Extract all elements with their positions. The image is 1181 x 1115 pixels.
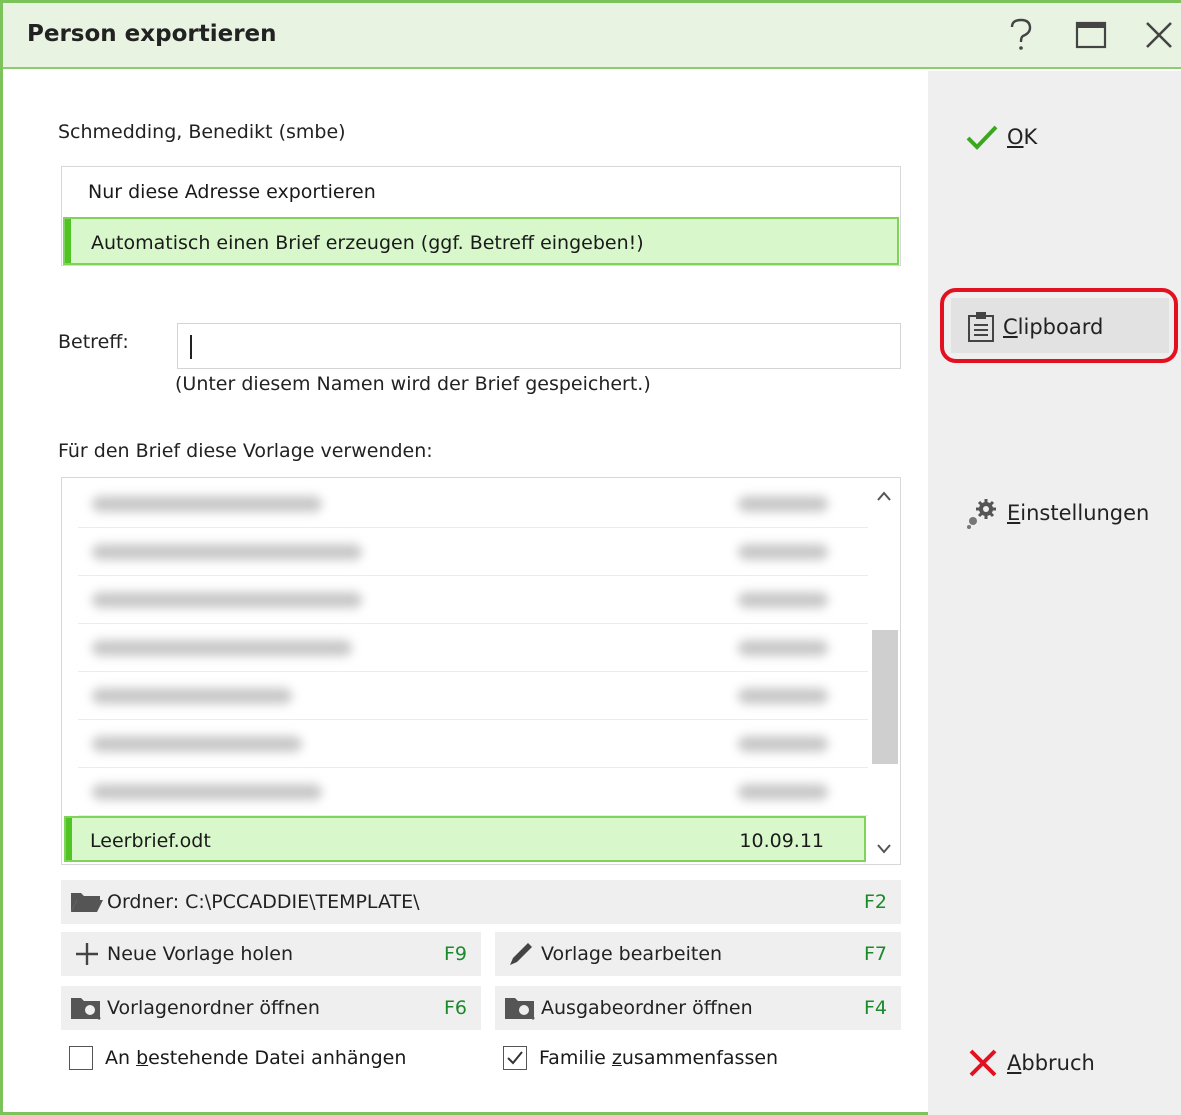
- checkbox-box[interactable]: [503, 1046, 527, 1070]
- maximize-icon[interactable]: [1069, 13, 1113, 57]
- selection-marker-icon: [65, 219, 71, 263]
- open-output-folder-button[interactable]: Ausgabeordner öffnen F4: [495, 986, 901, 1030]
- open-template-folder-label: Vorlagenordner öffnen: [107, 997, 320, 1019]
- edit-template-shortcut: F7: [863, 943, 887, 965]
- blurred-filename: [92, 688, 292, 704]
- scrollbar-thumb[interactable]: [872, 630, 898, 764]
- blurred-date: [738, 688, 828, 704]
- file-name: Leerbrief.odt: [90, 830, 211, 852]
- blurred-date: [738, 736, 828, 752]
- checkmark-icon: [966, 125, 998, 150]
- highlight-frame: [940, 288, 1178, 363]
- chevron-up-icon[interactable]: [874, 486, 894, 506]
- text-caret: [190, 335, 192, 359]
- subject-label: Betreff:: [58, 331, 129, 353]
- scrollbar[interactable]: [868, 478, 900, 864]
- new-template-button[interactable]: Neue Vorlage holen F9: [61, 932, 481, 976]
- gear-icon: [967, 499, 996, 529]
- folder-search-icon: [501, 995, 541, 1021]
- chevron-down-icon[interactable]: [874, 838, 894, 858]
- folder-button[interactable]: Ordner: C:\PCCADDIE\TEMPLATE\ F2: [61, 880, 901, 924]
- open-output-folder-label: Ausgabeordner öffnen: [541, 997, 753, 1019]
- folder-search-icon: [67, 995, 107, 1021]
- open-template-folder-shortcut: F6: [443, 997, 467, 1019]
- folder-icon: [67, 890, 107, 914]
- blurred-date: [738, 640, 828, 656]
- blurred-filename: [92, 496, 322, 512]
- list-item[interactable]: [78, 624, 868, 672]
- append-file-label: An bestehende Datei anhängen: [105, 1047, 407, 1069]
- blurred-date: [738, 544, 828, 560]
- list-item[interactable]: [78, 720, 868, 768]
- cancel-button[interactable]: Abbruch: [967, 1047, 1095, 1079]
- family-combine-checkbox[interactable]: Familie zusammenfassen: [503, 1046, 778, 1070]
- family-combine-label: Familie zusammenfassen: [539, 1047, 779, 1069]
- list-item[interactable]: [78, 576, 868, 624]
- blurred-filename: [92, 640, 352, 656]
- selection-marker-icon: [66, 818, 72, 860]
- append-file-checkbox[interactable]: An bestehende Datei anhängen: [69, 1046, 406, 1070]
- action-sidebar: [928, 71, 1181, 1115]
- dialog-title: Person exportieren: [27, 21, 277, 47]
- open-output-folder-shortcut: F4: [863, 997, 887, 1019]
- new-template-shortcut: F9: [443, 943, 467, 965]
- export-option-list: Nur diese Adresse exportieren Automatisc…: [61, 166, 901, 266]
- option-address-only[interactable]: Nur diese Adresse exportieren: [62, 168, 900, 216]
- cancel-label: Abbruch: [1007, 1051, 1095, 1075]
- help-icon[interactable]: [999, 13, 1043, 57]
- blurred-filename: [92, 736, 302, 752]
- list-item[interactable]: [78, 768, 868, 816]
- settings-label: Einstellungen: [1007, 501, 1150, 525]
- open-template-folder-button[interactable]: Vorlagenordner öffnen F6: [61, 986, 481, 1030]
- option-label: Nur diese Adresse exportieren: [88, 181, 376, 203]
- settings-button[interactable]: Einstellungen: [965, 497, 1149, 529]
- person-name: Schmedding, Benedikt (smbe): [58, 121, 346, 143]
- plus-icon: [67, 941, 107, 967]
- option-label: Automatisch einen Brief erzeugen (ggf. B…: [91, 232, 644, 254]
- list-item[interactable]: [78, 672, 868, 720]
- subject-input[interactable]: [177, 323, 901, 369]
- close-icon: [969, 1049, 997, 1077]
- dialog-window: Person exportieren Schmedding, Benedikt …: [0, 0, 1181, 1115]
- list-item-selected[interactable]: Leerbrief.odt 10.09.11: [64, 816, 866, 862]
- title-bar: Person exportieren: [3, 3, 1181, 69]
- template-heading: Für den Brief diese Vorlage verwenden:: [58, 440, 433, 462]
- blurred-date: [738, 496, 828, 512]
- blurred-filename: [92, 592, 362, 608]
- blurred-date: [738, 784, 828, 800]
- ok-label: OK: [1007, 125, 1038, 149]
- list-item[interactable]: [78, 528, 868, 576]
- template-file-list[interactable]: Leerbrief.odt 10.09.11: [61, 477, 901, 865]
- file-date: 10.09.11: [739, 830, 824, 852]
- blurred-filename: [92, 784, 322, 800]
- checkbox-box[interactable]: [69, 1046, 93, 1070]
- new-template-label: Neue Vorlage holen: [107, 943, 294, 965]
- blurred-date: [738, 592, 828, 608]
- option-create-letter[interactable]: Automatisch einen Brief erzeugen (ggf. B…: [63, 217, 899, 265]
- ok-button[interactable]: OK: [965, 123, 1037, 151]
- edit-template-label: Vorlage bearbeiten: [541, 943, 723, 965]
- blurred-filename: [92, 544, 362, 560]
- pencil-icon: [501, 939, 541, 969]
- folder-label: Ordner: C:\PCCADDIE\TEMPLATE\: [107, 891, 420, 913]
- folder-shortcut: F2: [863, 891, 887, 913]
- list-item[interactable]: [78, 480, 868, 528]
- checkmark-icon: [507, 1051, 523, 1065]
- edit-template-button[interactable]: Vorlage bearbeiten F7: [495, 932, 901, 976]
- subject-hint: (Unter diesem Namen wird der Brief gespe…: [175, 373, 651, 395]
- close-icon[interactable]: [1137, 13, 1181, 57]
